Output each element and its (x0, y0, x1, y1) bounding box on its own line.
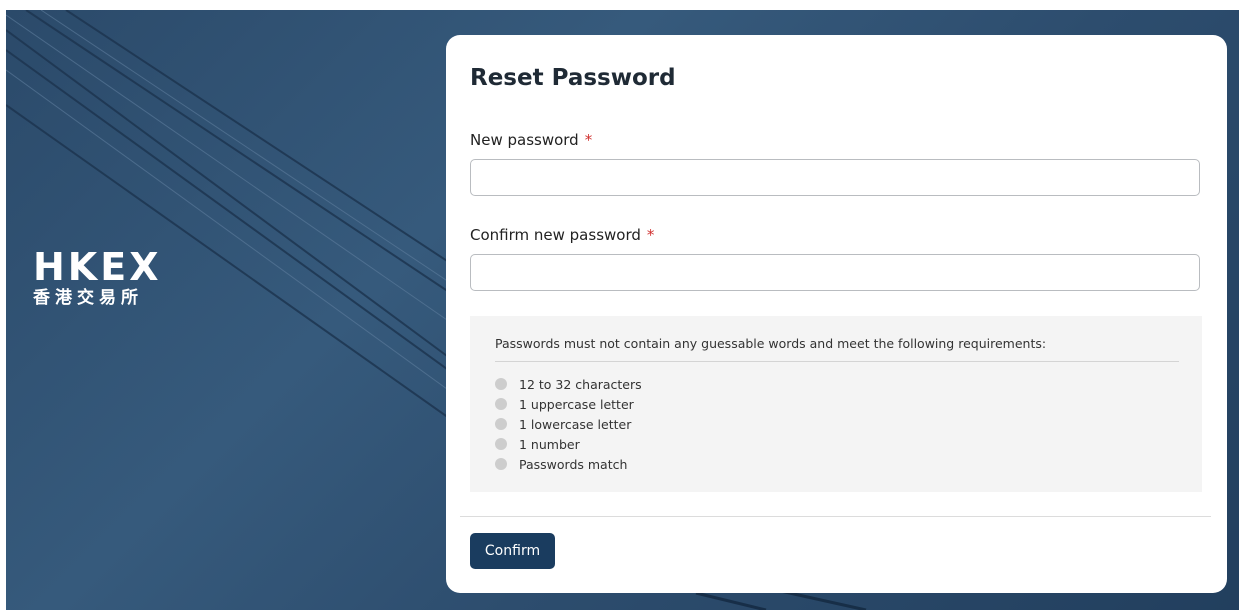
new-password-label: New password * (470, 131, 592, 149)
confirm-password-label: Confirm new password * (470, 226, 654, 244)
status-dot-icon (495, 438, 507, 450)
new-password-label-text: New password (470, 131, 579, 149)
requirement-number: 1 number (495, 434, 642, 454)
status-dot-icon (495, 398, 507, 410)
requirement-label: 12 to 32 characters (519, 376, 642, 392)
requirement-match: Passwords match (495, 454, 642, 474)
hkex-logo: HKEX 香港交易所 (33, 247, 162, 309)
status-dot-icon (495, 418, 507, 430)
requirements-list: 12 to 32 characters 1 uppercase letter 1… (495, 374, 642, 474)
logo-wordmark: HKEX (33, 245, 162, 289)
requirements-intro: Passwords must not contain any guessable… (495, 336, 1047, 351)
requirement-length: 12 to 32 characters (495, 374, 642, 394)
requirements-divider (495, 361, 1179, 362)
requirement-lowercase: 1 lowercase letter (495, 414, 642, 434)
required-marker: * (646, 226, 655, 244)
requirement-label: Passwords match (519, 456, 628, 472)
footer-divider (460, 516, 1211, 517)
status-dot-icon (495, 458, 507, 470)
requirement-label: 1 lowercase letter (519, 416, 632, 432)
confirm-password-input[interactable] (470, 254, 1200, 291)
requirement-label: 1 uppercase letter (519, 396, 634, 412)
new-password-input[interactable] (470, 159, 1200, 196)
status-dot-icon (495, 378, 507, 390)
reset-password-card: Reset Password New password * Confirm new… (446, 35, 1227, 593)
requirement-uppercase: 1 uppercase letter (495, 394, 642, 414)
logo-chinese-name: 香港交易所 (33, 288, 143, 308)
page-title: Reset Password (470, 65, 676, 91)
requirement-label: 1 number (519, 436, 580, 452)
password-requirements-box: Passwords must not contain any guessable… (470, 316, 1202, 492)
required-marker: * (584, 131, 593, 149)
confirm-button[interactable]: Confirm (470, 533, 555, 569)
confirm-password-label-text: Confirm new password (470, 226, 641, 244)
